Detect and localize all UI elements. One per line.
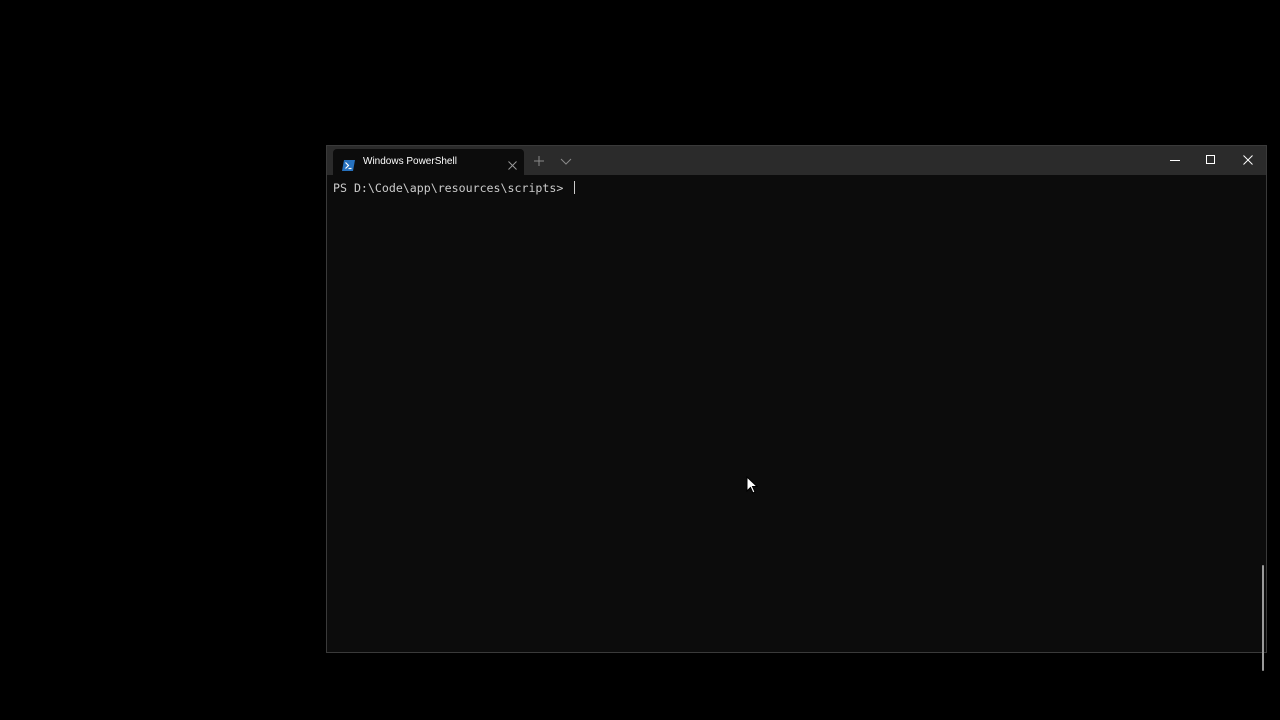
tab-powershell[interactable]: Windows PowerShell [333,149,524,175]
dropdown-button[interactable] [557,152,575,170]
titlebar[interactable]: Windows PowerShell [327,146,1266,175]
plus-icon [530,155,548,174]
scrollbar[interactable] [1262,565,1264,671]
text-cursor [574,181,576,194]
mouse-pointer-icon [746,475,759,494]
terminal-content[interactable]: PS D:\Code\app\resources\scripts> [327,175,1266,671]
desktop: Windows PowerShell PS D:\Code\app\resour… [0,0,1280,720]
terminal-window: Windows PowerShell PS D:\Code\app\resour… [326,145,1267,671]
close-button[interactable] [1230,146,1266,175]
maximize-button[interactable] [1193,146,1229,175]
chevron-down-icon [557,155,575,174]
tab-title: Windows PowerShell [363,156,457,167]
new-tab-button[interactable] [530,152,548,170]
close-icon[interactable] [507,156,518,170]
minimize-icon [1170,160,1180,161]
prompt-line: PS D:\Code\app\resources\scripts> [333,181,576,195]
minimize-button[interactable] [1157,146,1193,175]
close-icon [1243,155,1253,165]
prompt-text: PS D:\Code\app\resources\scripts> [333,181,571,195]
powershell-icon [342,156,355,171]
maximize-icon [1206,155,1215,164]
